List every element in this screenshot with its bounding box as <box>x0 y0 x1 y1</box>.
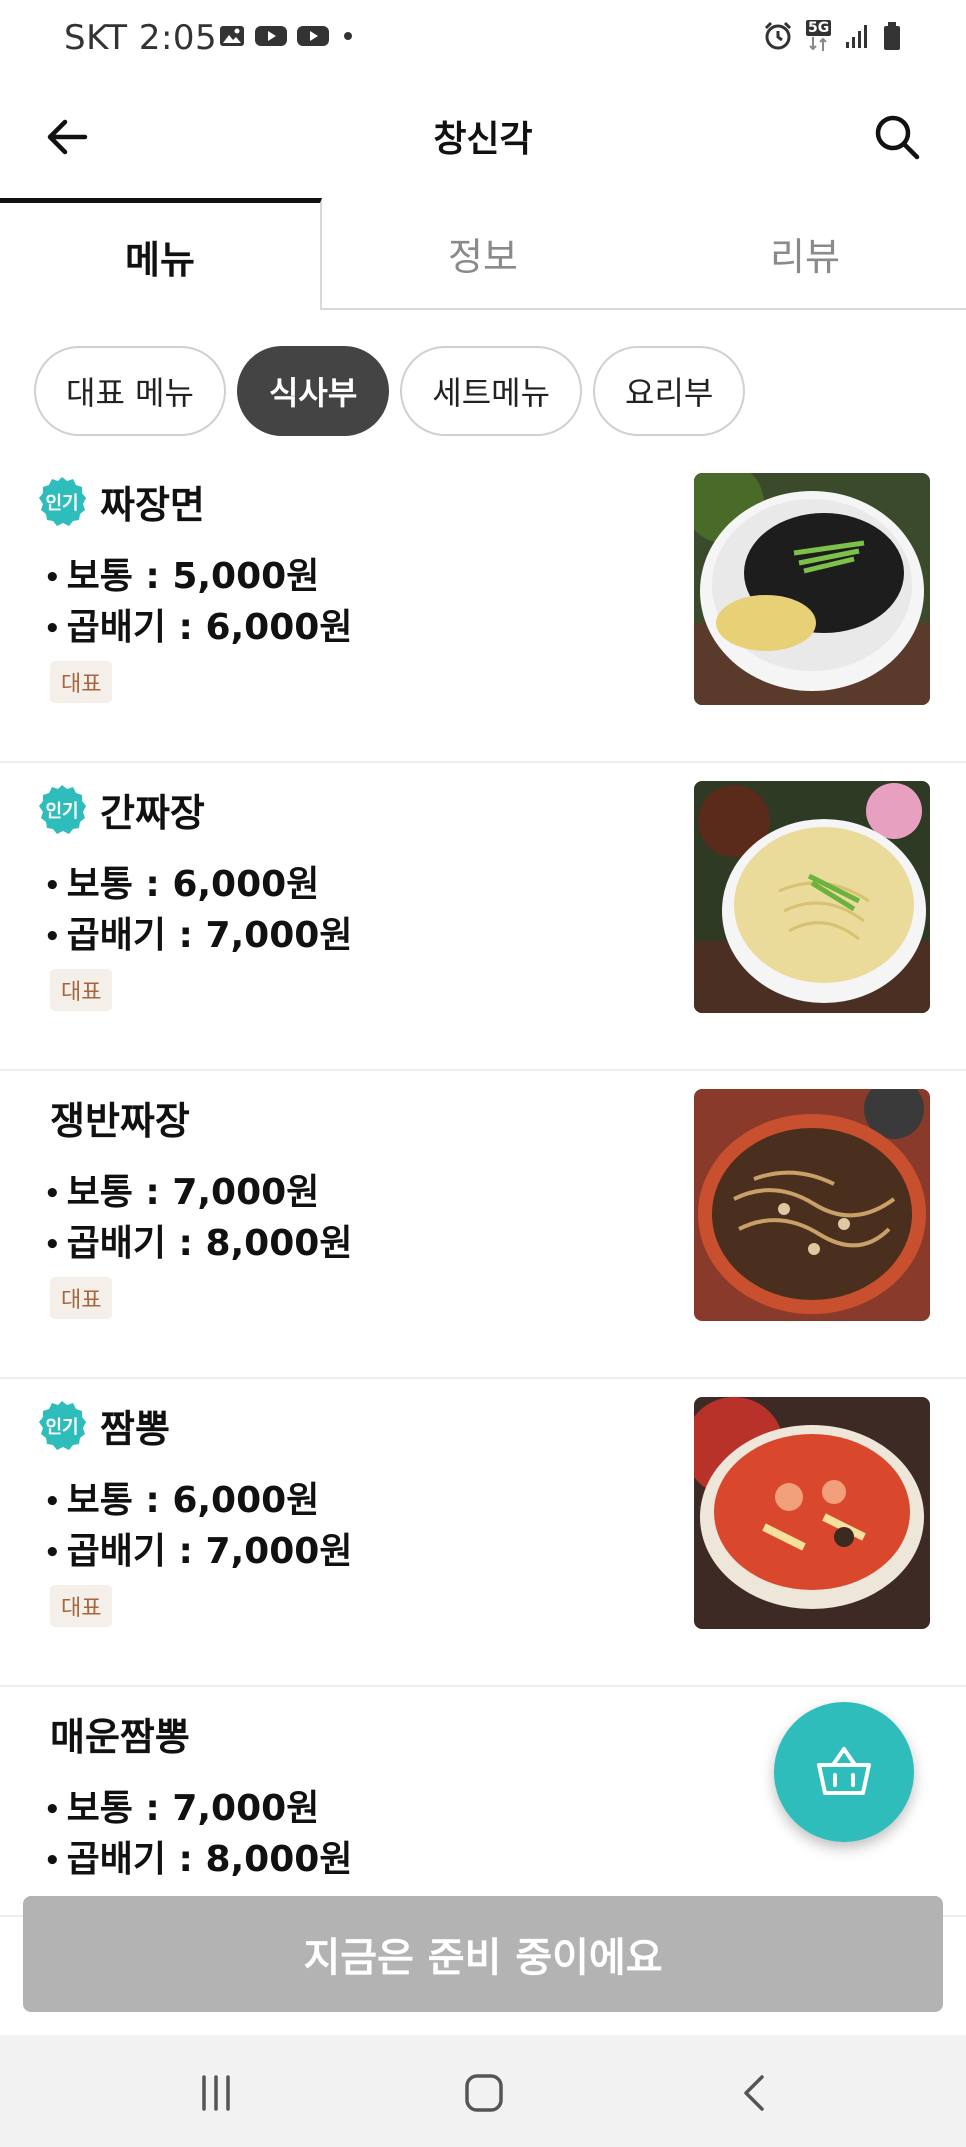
system-nav-bar <box>0 2035 966 2147</box>
signature-tag: 대표 <box>50 661 113 703</box>
item-name: 짬뽕 <box>100 1406 170 1451</box>
popular-badge-label: 인기 <box>45 801 79 822</box>
youtube-icon <box>255 26 287 46</box>
bullet-icon: • <box>44 1538 61 1568</box>
tab-menu[interactable]: 메뉴 <box>0 198 322 310</box>
price-large: • 곱배기 : 7,000원 <box>44 1531 353 1572</box>
item-name: 매운짬뽕 <box>50 1714 190 1759</box>
battery-icon <box>884 22 900 50</box>
bullet-icon: • <box>44 1487 61 1517</box>
food-image-jaengban-jjajang[interactable] <box>694 1089 930 1321</box>
item-name: 짜장면 <box>100 482 205 527</box>
menu-item[interactable]: 인기 짜장면 • 보통 : 5,000원 • 곱배기 : 6,000원 대표 <box>0 455 966 763</box>
bullet-icon: • <box>44 1846 61 1876</box>
item-name: 간짜장 <box>100 790 205 835</box>
menu-item[interactable]: 인기 간짜장 • 보통 : 6,000원 • 곱배기 : 7,000원 대표 <box>0 763 966 1071</box>
system-back-button[interactable] <box>726 2069 786 2117</box>
item-title-row: 인기 짬뽕 <box>36 1395 170 1455</box>
chip-dishes[interactable]: 요리부 <box>593 346 746 436</box>
chevron-left-icon <box>744 2075 764 2111</box>
search-button[interactable] <box>866 106 928 168</box>
app-header: 창신각 <box>0 80 966 198</box>
page-title: 창신각 <box>433 119 533 160</box>
chip-set-menu[interactable]: 세트메뉴 <box>400 346 583 436</box>
tab-info[interactable]: 정보 <box>322 198 644 310</box>
status-time: SKT 2:05 <box>64 18 218 58</box>
item-name: 쟁반짜장 <box>50 1098 190 1143</box>
item-title-row: 인기 짜장면 <box>36 471 205 531</box>
item-title-row: 쟁반짜장 <box>36 1087 190 1147</box>
popular-badge: 인기 <box>36 1399 88 1451</box>
popular-badge: 인기 <box>36 475 88 527</box>
bullet-icon: • <box>44 871 61 901</box>
popular-badge-label: 인기 <box>45 493 79 514</box>
alarm-icon <box>764 21 792 50</box>
status-bar: SKT 2:05 5G <box>0 0 966 80</box>
dot-icon <box>344 32 352 40</box>
menu-item[interactable]: 쟁반짜장 • 보통 : 7,000원 • 곱배기 : 8,000원 대표 <box>0 1071 966 1379</box>
menu-item[interactable]: 인기 짬뽕 • 보통 : 6,000원 • 곱배기 : 7,000원 대표 <box>0 1379 966 1687</box>
home-button[interactable] <box>454 2069 514 2117</box>
tab-bar: 메뉴 정보 리뷰 <box>0 198 966 310</box>
price-regular: • 보통 : 7,000원 <box>44 1172 320 1213</box>
bullet-icon: • <box>44 614 61 644</box>
gallery-icon <box>220 26 244 46</box>
youtube-icon <box>297 26 329 46</box>
bullet-icon: • <box>44 922 61 952</box>
preparing-banner: 지금은 준비 중이에요 <box>23 1896 943 2012</box>
price-regular: • 보통 : 6,000원 <box>44 864 320 905</box>
menu-list: 인기 짜장면 • 보통 : 5,000원 • 곱배기 : 6,000원 대표 인… <box>0 455 966 1917</box>
network-label: 5G <box>806 20 832 36</box>
bullet-icon: • <box>44 563 61 593</box>
food-image-jajangmyeon[interactable] <box>694 473 930 705</box>
bullet-icon: • <box>44 1179 61 1209</box>
price-large: • 곱배기 : 6,000원 <box>44 607 353 648</box>
popular-badge-label: 인기 <box>45 1417 79 1438</box>
bullet-icon: • <box>44 1230 61 1260</box>
signature-tag: 대표 <box>50 1585 113 1627</box>
5g-icon: 5G <box>804 20 834 52</box>
recent-apps-icon <box>202 2075 230 2111</box>
price-regular: • 보통 : 7,000원 <box>44 1788 320 1829</box>
category-chips: 대표 메뉴 식사부 세트메뉴 요리부 <box>34 346 746 440</box>
recent-apps-button[interactable] <box>186 2069 246 2117</box>
signal-icon <box>846 25 867 48</box>
chip-signature-menu[interactable]: 대표 메뉴 <box>34 346 226 436</box>
signature-tag: 대표 <box>50 969 113 1011</box>
status-right-icons: 5G <box>762 20 902 52</box>
home-icon <box>465 2074 503 2112</box>
price-large: • 곱배기 : 7,000원 <box>44 915 353 956</box>
price-regular: • 보통 : 6,000원 <box>44 1480 320 1521</box>
cart-button[interactable] <box>774 1702 914 1842</box>
shopping-basket-icon <box>817 1747 871 1795</box>
popular-badge: 인기 <box>36 783 88 835</box>
status-left-icons <box>218 22 358 50</box>
price-large: • 곱배기 : 8,000원 <box>44 1839 353 1880</box>
price-large: • 곱배기 : 8,000원 <box>44 1223 353 1264</box>
food-image-ganjjajang[interactable] <box>694 781 930 1013</box>
item-title-row: 매운짬뽕 <box>36 1703 190 1763</box>
price-regular: • 보통 : 5,000원 <box>44 556 320 597</box>
signature-tag: 대표 <box>50 1277 113 1319</box>
item-title-row: 인기 간짜장 <box>36 779 205 839</box>
search-icon <box>875 115 920 160</box>
tab-review[interactable]: 리뷰 <box>644 198 966 310</box>
food-image-jjamppong[interactable] <box>694 1397 930 1629</box>
bullet-icon: • <box>44 1795 61 1825</box>
chip-meals[interactable]: 식사부 <box>236 346 390 436</box>
